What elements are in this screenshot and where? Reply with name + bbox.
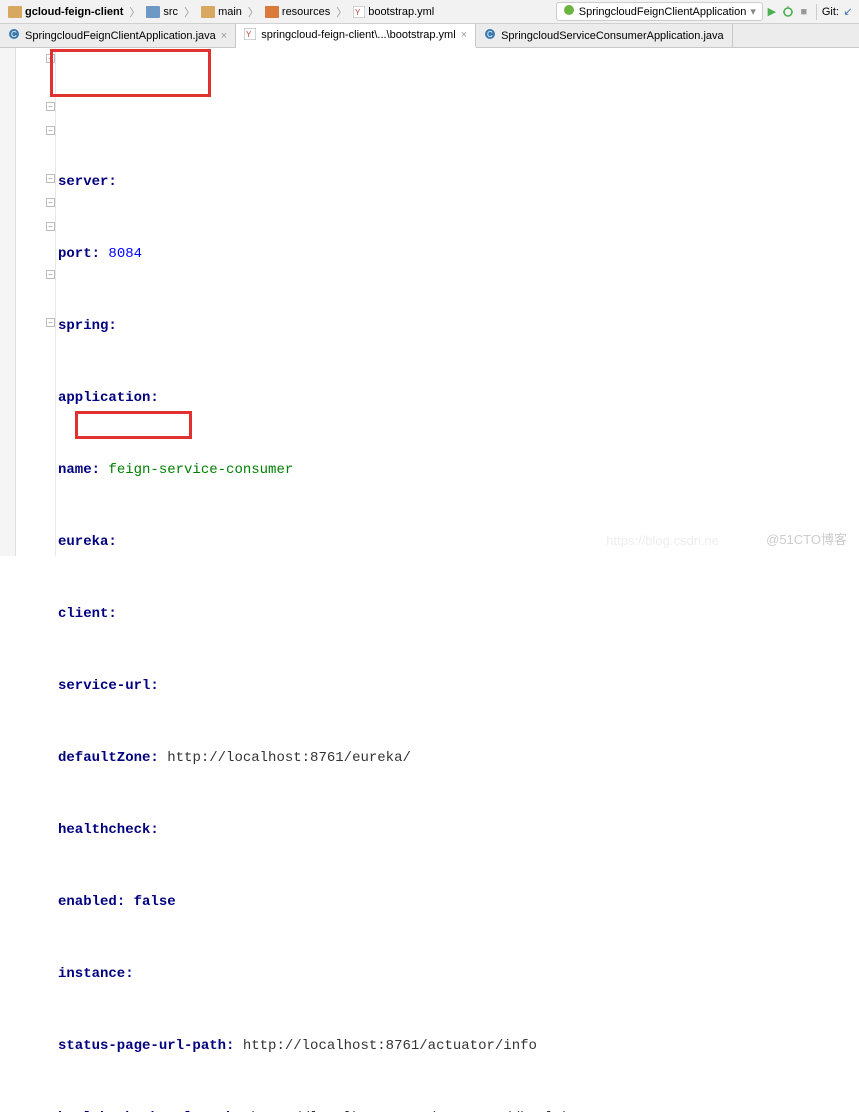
nav-file[interactable]: Y bootstrap.yml xyxy=(349,6,438,18)
debug-button[interactable] xyxy=(781,5,795,19)
code-line: service-url: xyxy=(58,674,859,698)
nav-project[interactable]: gcloud-feign-client xyxy=(4,6,127,18)
fold-marker-icon[interactable]: − xyxy=(46,102,55,111)
yaml-value: feign-service-consumer xyxy=(108,458,293,482)
code-line: healthcheck: xyxy=(58,818,859,842)
code-line: health-check-url-path: http://localhost:… xyxy=(58,1106,859,1112)
nav-src-label: src xyxy=(163,6,178,18)
code-line: defaultZone: http://localhost:8761/eurek… xyxy=(58,746,859,770)
code-line: client: xyxy=(58,602,859,626)
yaml-key: client xyxy=(58,602,108,626)
chevron-down-icon: ▾ xyxy=(750,5,756,18)
fold-marker-icon[interactable]: − xyxy=(46,318,55,327)
yaml-key: status-page-url-path xyxy=(58,1034,226,1058)
code-line: name: feign-service-consumer xyxy=(58,458,859,482)
nav-main[interactable]: main xyxy=(197,6,246,18)
tab-label: SpringcloudFeignClientApplication.java xyxy=(25,30,216,42)
yaml-key: instance xyxy=(58,962,125,986)
yaml-key: name xyxy=(58,458,92,482)
svg-text:C: C xyxy=(11,30,17,39)
code-line: port: 8084 xyxy=(58,242,859,266)
chevron-right-icon: 〉 xyxy=(129,4,140,20)
git-label: Git: xyxy=(822,6,839,18)
close-icon[interactable]: × xyxy=(221,30,227,42)
yaml-value: 8084 xyxy=(108,242,142,266)
fold-marker-icon[interactable]: − xyxy=(46,198,55,207)
yaml-key: eureka xyxy=(58,530,108,554)
watermark-csdn: https://blog.csdn.ne xyxy=(606,533,719,548)
editor-area: − − − − − − − − server: port: 8084 sprin… xyxy=(0,48,859,556)
folder-icon xyxy=(201,6,215,18)
yaml-value: http://localhost:8761/eureka/ xyxy=(167,746,411,770)
yaml-key: health-check-url-path xyxy=(58,1106,234,1112)
svg-text:C: C xyxy=(487,30,493,39)
fold-marker-icon[interactable]: − xyxy=(46,222,55,231)
run-config-label: SpringcloudFeignClientApplication xyxy=(579,6,747,18)
tab-bootstrap-yml[interactable]: Y springcloud-feign-client\...\bootstrap… xyxy=(236,24,476,48)
spring-boot-icon xyxy=(563,4,575,19)
java-class-icon: C xyxy=(484,28,496,43)
nav-project-label: gcloud-feign-client xyxy=(25,6,123,18)
tab-label: springcloud-feign-client\...\bootstrap.y… xyxy=(261,29,455,41)
yaml-key: server xyxy=(58,170,108,194)
svg-text:Y: Y xyxy=(246,30,252,39)
nav-src[interactable]: src xyxy=(142,6,182,18)
yaml-key: service-url xyxy=(58,674,150,698)
code-line: spring: xyxy=(58,314,859,338)
yaml-file-icon: Y xyxy=(353,6,365,18)
nav-main-label: main xyxy=(218,6,242,18)
tab-feign-client-app[interactable]: C SpringcloudFeignClientApplication.java… xyxy=(0,24,236,47)
close-icon[interactable]: × xyxy=(461,29,467,41)
code-line: enabled: false xyxy=(58,890,859,914)
code-line: status-page-url-path: http://localhost:8… xyxy=(58,1034,859,1058)
highlight-box-server xyxy=(50,49,211,97)
folder-icon xyxy=(146,6,160,18)
watermark-51cto: @51CTO博客 xyxy=(766,529,847,548)
yaml-key: defaultZone xyxy=(58,746,150,770)
code-line: application: xyxy=(58,386,859,410)
yaml-key: healthcheck xyxy=(58,818,150,842)
code-line: eureka: xyxy=(58,530,859,554)
yaml-key: port xyxy=(58,242,92,266)
run-button[interactable]: ▶ xyxy=(765,5,779,19)
separator xyxy=(816,4,817,20)
tab-service-consumer-app[interactable]: C SpringcloudServiceConsumerApplication.… xyxy=(476,24,733,47)
fold-marker-icon[interactable]: − xyxy=(46,174,55,183)
nav-resources[interactable]: resources xyxy=(261,6,334,18)
chevron-right-icon: 〉 xyxy=(184,4,195,20)
yaml-value: false xyxy=(134,890,176,914)
line-gutter[interactable]: − − − − − − − − xyxy=(16,48,56,556)
navigation-toolbar: gcloud-feign-client 〉 src 〉 main 〉 resou… xyxy=(0,0,859,24)
yaml-key: application xyxy=(58,386,150,410)
chevron-right-icon: 〉 xyxy=(336,4,347,20)
folder-icon xyxy=(265,6,279,18)
fold-marker-icon[interactable]: − xyxy=(46,126,55,135)
yaml-value: http://localhost:8761/actuator//health xyxy=(251,1106,570,1112)
tab-label: SpringcloudServiceConsumerApplication.ja… xyxy=(501,30,724,42)
code-line: server: xyxy=(58,170,859,194)
yaml-file-icon: Y xyxy=(244,28,256,43)
code-editor[interactable]: server: port: 8084 spring: application: … xyxy=(56,48,859,556)
fold-marker-icon[interactable]: − xyxy=(46,270,55,279)
yaml-key: spring xyxy=(58,314,108,338)
chevron-right-icon: 〉 xyxy=(248,4,259,20)
java-class-icon: C xyxy=(8,28,20,43)
run-configuration-dropdown[interactable]: SpringcloudFeignClientApplication ▾ xyxy=(556,2,763,21)
folder-icon xyxy=(8,6,22,18)
git-update-icon[interactable]: ↙ xyxy=(841,5,855,19)
svg-text:Y: Y xyxy=(355,8,361,17)
highlight-box-instance-id xyxy=(75,411,192,439)
left-gutter xyxy=(0,48,16,556)
nav-file-label: bootstrap.yml xyxy=(368,6,434,18)
nav-resources-label: resources xyxy=(282,6,330,18)
yaml-value: http://localhost:8761/actuator/info xyxy=(243,1034,537,1058)
stop-button[interactable]: ■ xyxy=(797,5,811,19)
editor-tabs: C SpringcloudFeignClientApplication.java… xyxy=(0,24,859,48)
fold-marker-icon[interactable]: − xyxy=(46,54,55,63)
code-line: instance: xyxy=(58,962,859,986)
yaml-key: enabled xyxy=(58,890,117,914)
